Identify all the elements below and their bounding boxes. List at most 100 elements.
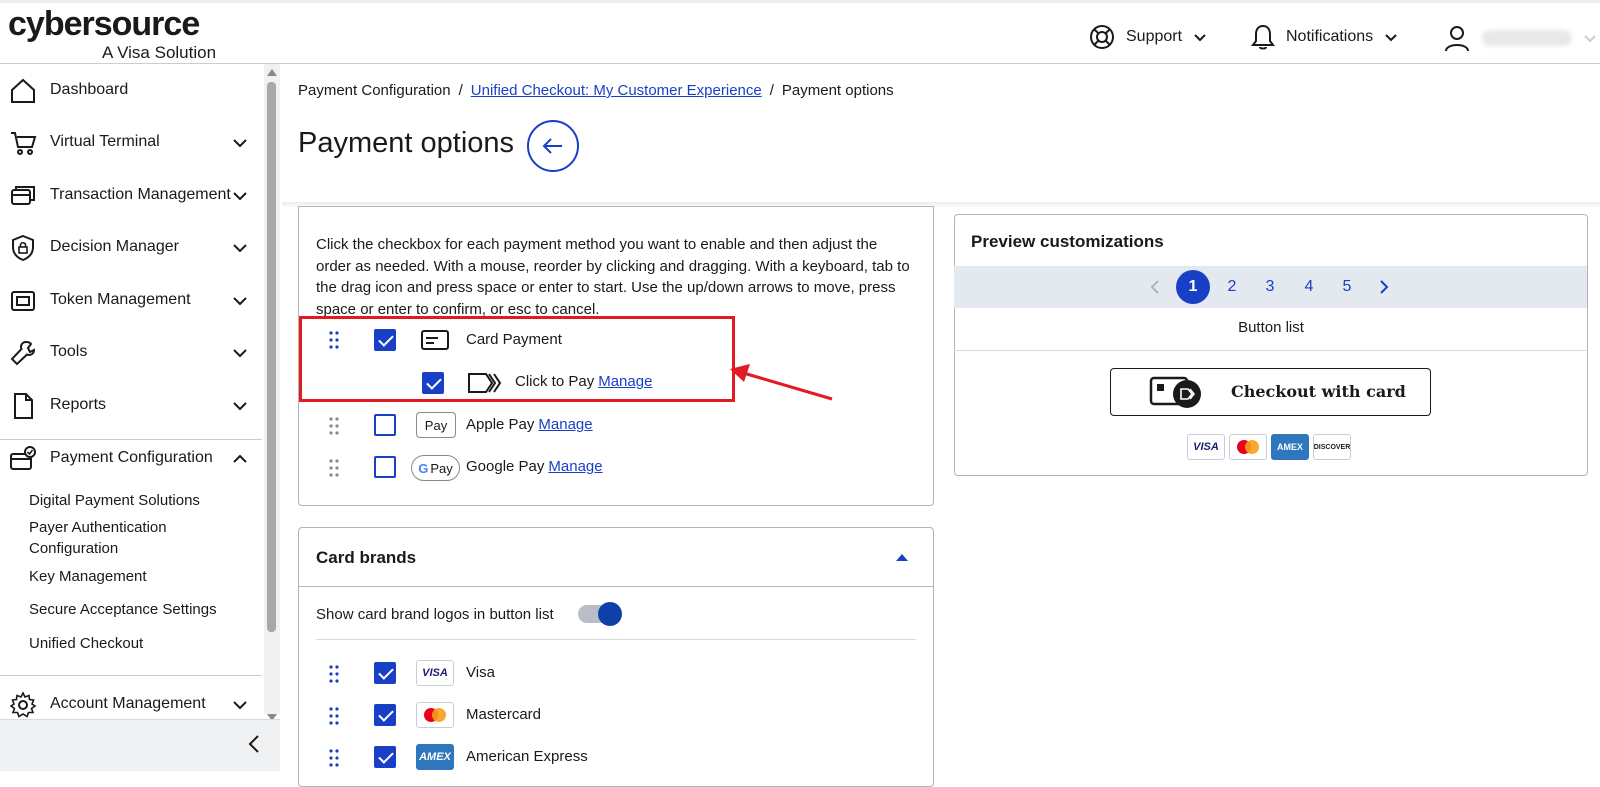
sidebar-item-label: Virtual Terminal	[50, 133, 160, 150]
sidebar-item-label: Account Management	[50, 695, 206, 712]
mastercard-row: Mastercard	[466, 706, 541, 723]
google-g-icon: G	[418, 460, 429, 476]
scrollbar-thumb[interactable]	[267, 82, 276, 632]
page-3-button[interactable]: 3	[1253, 270, 1287, 304]
sidebar-item-account-management[interactable]: Account Management	[0, 684, 262, 724]
drag-handle-icon[interactable]	[329, 749, 339, 767]
cart-icon	[11, 132, 37, 155]
sidebar-scrollbar[interactable]	[264, 64, 280, 721]
collapse-caret-icon[interactable]	[896, 553, 908, 561]
visa-row: Visa	[466, 664, 495, 681]
sidebar: Dashboard Virtual Terminal Transaction M…	[0, 64, 265, 771]
page-4-button[interactable]: 4	[1292, 270, 1326, 304]
mastercard-checkbox[interactable]	[374, 704, 396, 726]
page-5-button[interactable]: 5	[1330, 270, 1364, 304]
drag-handle-icon[interactable]	[329, 707, 339, 725]
amex-label: American Express	[466, 748, 588, 765]
breadcrumb-root: Payment Configuration	[298, 82, 451, 99]
chevron-down-icon	[1385, 34, 1397, 42]
sidebar-item-label: Transaction Management	[50, 186, 231, 203]
chevron-down-icon	[233, 192, 247, 201]
sidebar-item-label: Dashboard	[50, 81, 129, 98]
lifebuoy-icon	[1090, 25, 1114, 49]
chevron-down-icon	[233, 402, 247, 411]
chevron-up-icon	[233, 454, 247, 463]
apple-pay-label: Apple Pay	[466, 416, 535, 433]
panel-divider	[298, 586, 934, 587]
checkout-with-card-button[interactable]: Checkout with card	[1110, 368, 1431, 416]
sidebar-item-decision-manager[interactable]: Decision Manager	[0, 227, 262, 267]
brand-tagline: A Visa Solution	[102, 43, 217, 62]
sidebar-subitem-unified-checkout[interactable]: Unified Checkout	[29, 633, 143, 654]
sidebar-item-token-management[interactable]: Token Management	[0, 280, 262, 320]
sidebar-item-dashboard[interactable]: Dashboard	[0, 70, 262, 110]
scroll-up-arrow-icon[interactable]	[267, 68, 277, 76]
google-pay-logo: G Pay	[411, 455, 460, 481]
sidebar-item-virtual-terminal[interactable]: Virtual Terminal	[0, 122, 262, 162]
back-button[interactable]	[527, 120, 579, 172]
checkout-label: Checkout with card	[1231, 382, 1406, 401]
mini-discover-logo: DISCOVER	[1313, 434, 1351, 460]
cards-icon	[11, 186, 35, 205]
sidebar-subitem-payer-authentication[interactable]: Payer Authentication Configuration	[29, 517, 229, 559]
sidebar-item-label: Tools	[50, 343, 88, 360]
payment-config-icon	[10, 446, 36, 470]
mastercard-circles-icon	[424, 708, 446, 722]
shield-lock-icon	[12, 234, 34, 262]
sidebar-subitem-secure-acceptance[interactable]: Secure Acceptance Settings	[29, 599, 217, 620]
breadcrumb-link[interactable]: Unified Checkout: My Customer Experience	[471, 82, 762, 99]
annotation-arrow-icon	[730, 364, 833, 401]
google-pay-label: Google Pay	[466, 458, 545, 475]
preview-section-label: Button list	[1238, 319, 1304, 336]
google-pay-checkbox[interactable]	[374, 456, 396, 478]
breadcrumb: Payment Configuration / Unified Checkout: …	[298, 82, 894, 99]
apple-pay-row: Apple Pay Manage	[466, 416, 593, 433]
mastercard-label: Mastercard	[466, 706, 542, 723]
chevron-down-icon	[233, 701, 247, 710]
sidebar-subitem-digital-payment-solutions[interactable]: Digital Payment Solutions	[29, 490, 200, 511]
preview-pager: 1 2 3 4 5	[954, 266, 1587, 308]
sidebar-item-tools[interactable]: Tools	[0, 332, 262, 372]
document-icon	[14, 393, 33, 419]
gear-icon	[9, 691, 37, 718]
amex-row: American Express	[466, 748, 588, 765]
drag-handle-icon[interactable]	[329, 665, 339, 683]
visa-label: Visa	[466, 664, 495, 681]
google-pay-manage-link[interactable]: Manage	[548, 458, 602, 475]
card-brand-logos-toggle[interactable]	[578, 602, 622, 626]
cybersource-logo[interactable]: cybersource A Visa Solution	[8, 7, 216, 62]
chevron-left-icon[interactable]	[1149, 279, 1161, 295]
apple-pay-badge-text: Pay	[424, 417, 448, 433]
amex-checkbox[interactable]	[374, 746, 396, 768]
visa-logo: VISA	[416, 660, 454, 686]
google-pay-badge-text: Pay	[430, 460, 453, 476]
notifications-menu[interactable]: Notifications	[1250, 23, 1399, 51]
divider	[954, 350, 1588, 351]
visa-checkbox[interactable]	[374, 662, 396, 684]
chevron-right-icon[interactable]	[1378, 279, 1390, 295]
collapse-sidebar-icon[interactable]	[247, 734, 261, 754]
chevron-down-icon	[233, 244, 247, 253]
home-icon	[11, 78, 35, 103]
chevron-down-icon	[1584, 35, 1596, 43]
sidebar-item-transaction-management[interactable]: Transaction Management	[0, 175, 262, 215]
sidebar-footer	[0, 719, 280, 771]
mini-amex-logo: AMEX	[1271, 434, 1309, 460]
page-2-button[interactable]: 2	[1215, 270, 1249, 304]
apple-pay-checkbox[interactable]	[374, 414, 396, 436]
page-1-button[interactable]: 1	[1176, 270, 1210, 304]
drag-handle-icon[interactable]	[329, 417, 339, 435]
drag-handle-icon[interactable]	[329, 459, 339, 477]
sidebar-item-label: Token Management	[50, 291, 191, 308]
sidebar-subitem-key-management[interactable]: Key Management	[29, 566, 147, 587]
sidebar-divider	[0, 675, 262, 676]
apple-pay-manage-link[interactable]: Manage	[538, 416, 592, 433]
sidebar-item-reports[interactable]: Reports	[0, 385, 262, 425]
payment-methods-instructions: Click the checkbox for each payment meth…	[316, 236, 910, 318]
sidebar-item-payment-configuration[interactable]: Payment Configuration	[0, 438, 262, 478]
chevron-down-icon	[1194, 34, 1206, 42]
top-bar: cybersource A Visa Solution Support Noti…	[0, 0, 1600, 64]
support-menu[interactable]: Support	[1088, 23, 1208, 51]
wrench-icon	[10, 340, 36, 366]
user-menu[interactable]	[1442, 23, 1598, 53]
